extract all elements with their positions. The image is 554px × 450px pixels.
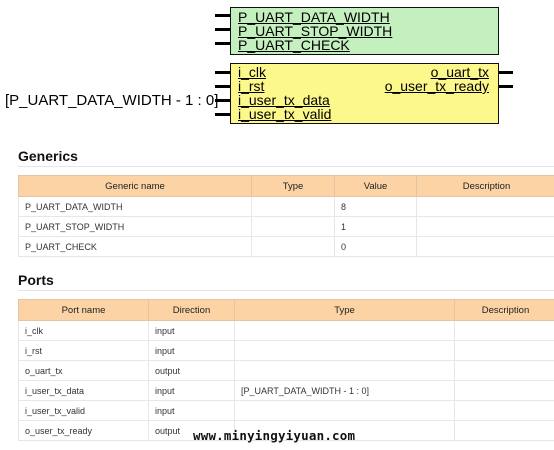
direction-cell: input: [148, 380, 235, 401]
external-width-label: [P_UART_DATA_WIDTH - 1 : 0]: [5, 92, 219, 109]
col-header-generic-name: Generic name: [18, 175, 252, 197]
description-cell: [416, 196, 554, 217]
symbol-input-port-3: i_user_tx_data: [238, 92, 330, 108]
symbol-input-port-4: i_user_tx_valid: [238, 106, 332, 122]
generics-divider: [18, 166, 554, 167]
table-row: P_UART_DATA_WIDTH 8: [18, 196, 554, 217]
output-pin-1: [499, 71, 513, 74]
generics-header-row: Generic name Type Value Description: [18, 175, 554, 197]
ports-divider: [18, 290, 554, 291]
table-row: i_rst input: [18, 340, 554, 361]
symbol-generic-2: P_UART_STOP_WIDTH: [238, 23, 393, 39]
description-cell: [416, 236, 554, 257]
port-name-cell: i_user_tx_data: [18, 380, 149, 401]
col-header-type: Type: [251, 175, 335, 197]
type-cell: [234, 400, 455, 421]
col-header-direction: Direction: [148, 299, 235, 321]
direction-cell: input: [148, 320, 235, 341]
table-row: P_UART_STOP_WIDTH 1: [18, 216, 554, 237]
ports-table: Port name Direction Type Description i_c…: [18, 299, 554, 441]
generic-pin-1: [215, 14, 230, 17]
generics-box: P_UART_DATA_WIDTH P_UART_STOP_WIDTH P_UA…: [230, 7, 499, 55]
input-pin-2: [215, 85, 230, 88]
symbol-generic-1: P_UART_DATA_WIDTH: [238, 9, 390, 25]
table-row: P_UART_CHECK 0: [18, 236, 554, 257]
ports-box: i_clk i_rst i_user_tx_data i_user_tx_val…: [230, 63, 499, 124]
input-pin-4: [215, 113, 230, 116]
col-header-port-name: Port name: [18, 299, 149, 321]
symbol-output-port-2: o_user_tx_ready: [384, 78, 489, 94]
generic-name-cell: P_UART_STOP_WIDTH: [18, 216, 252, 237]
generic-name-cell: P_UART_DATA_WIDTH: [18, 196, 252, 217]
direction-cell: output: [148, 360, 235, 381]
port-name-cell: o_user_tx_ready: [18, 420, 149, 441]
table-row: i_user_tx_data input [P_UART_DATA_WIDTH - …: [18, 380, 554, 401]
watermark-text: www.minyingyiyuan.com: [193, 428, 356, 443]
table-row: i_user_tx_valid input: [18, 400, 554, 421]
type-cell: [251, 236, 335, 257]
description-cell: [454, 320, 554, 341]
generic-pin-2: [215, 28, 230, 31]
col-header-value: Value: [334, 175, 417, 197]
value-cell: 1: [334, 216, 417, 237]
generic-name-cell: P_UART_CHECK: [18, 236, 252, 257]
direction-cell: input: [148, 400, 235, 421]
type-cell: [234, 320, 455, 341]
direction-cell: input: [148, 340, 235, 361]
type-cell: [251, 196, 335, 217]
symbol-generic-3: P_UART_CHECK: [238, 37, 350, 53]
type-cell: [P_UART_DATA_WIDTH - 1 : 0]: [234, 380, 455, 401]
ports-heading: Ports: [18, 272, 54, 288]
description-cell: [454, 380, 554, 401]
value-cell: 0: [334, 236, 417, 257]
output-pin-2: [499, 85, 513, 88]
col-header-description: Description: [416, 175, 554, 197]
type-cell: [251, 216, 335, 237]
generics-table: Generic name Type Value Description P_UA…: [18, 175, 554, 257]
port-name-cell: i_rst: [18, 340, 149, 361]
description-cell: [454, 360, 554, 381]
input-pin-1: [215, 71, 230, 74]
symbol-input-port-1: i_clk: [238, 64, 267, 80]
ports-header-row: Port name Direction Type Description: [18, 299, 554, 321]
type-cell: [234, 360, 455, 381]
value-cell: 8: [334, 196, 417, 217]
generics-heading: Generics: [18, 148, 78, 164]
description-cell: [416, 216, 554, 237]
col-header-description: Description: [454, 299, 554, 321]
port-name-cell: i_clk: [18, 320, 149, 341]
symbol-output-port-1: o_uart_tx: [430, 64, 489, 80]
type-cell: [234, 340, 455, 361]
port-name-cell: o_uart_tx: [18, 360, 149, 381]
description-cell: [454, 400, 554, 421]
port-name-cell: i_user_tx_valid: [18, 400, 149, 421]
description-cell: [454, 340, 554, 361]
table-row: i_clk input: [18, 320, 554, 341]
col-header-type: Type: [234, 299, 455, 321]
table-row: o_uart_tx output: [18, 360, 554, 381]
description-cell: [454, 420, 554, 441]
generic-pin-3: [215, 42, 230, 45]
symbol-input-port-2: i_rst: [238, 78, 265, 94]
